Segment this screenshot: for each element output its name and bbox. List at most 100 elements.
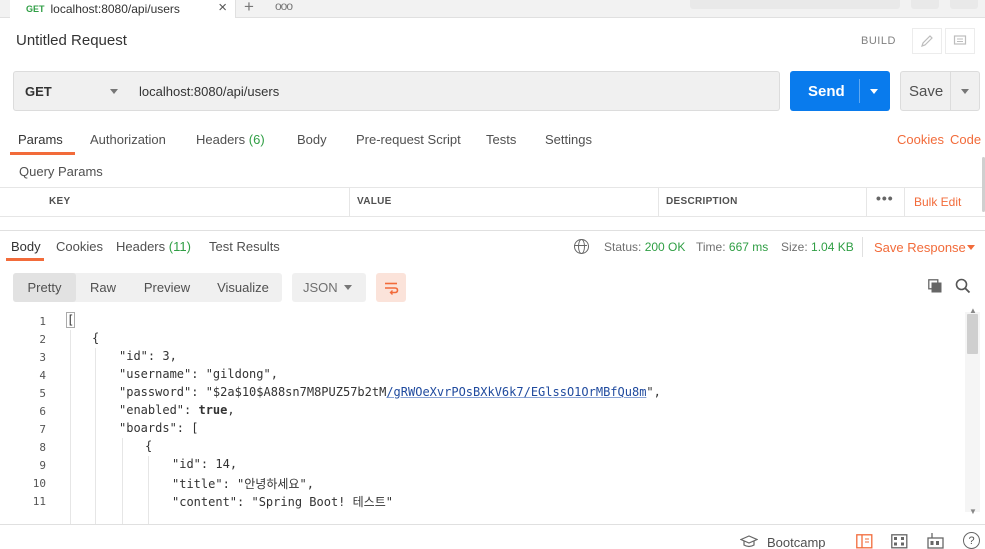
json-comma: , xyxy=(270,367,278,381)
comment-icon xyxy=(953,35,967,45)
save-divider xyxy=(950,72,951,110)
tab-label: Body xyxy=(297,132,327,147)
search-icon[interactable] xyxy=(955,278,971,294)
format-preview[interactable]: Preview xyxy=(131,273,203,302)
query-params-title: Query Params xyxy=(19,164,103,179)
chevron-down-icon[interactable] xyxy=(961,89,969,94)
environment-selector[interactable] xyxy=(690,0,900,9)
help-icon[interactable]: ? xyxy=(963,532,980,549)
tab-settings[interactable]: Settings xyxy=(545,132,592,147)
code-line: 11 "content": "Spring Boot! 테스트" xyxy=(0,492,393,510)
send-label: Send xyxy=(808,82,845,100)
json-separator: : xyxy=(191,385,206,399)
code-line: 5 "password": "$2a$10$A88sn7M8PUZ57b2tM/… xyxy=(0,384,661,402)
comments-button[interactable] xyxy=(945,28,975,54)
json-key: "enabled" xyxy=(119,403,185,417)
language-select[interactable]: JSON xyxy=(292,273,366,302)
manage-environments-button[interactable] xyxy=(950,0,978,9)
code-line: 3 "id": 3, xyxy=(0,348,176,366)
wrap-lines-button[interactable] xyxy=(376,273,406,302)
response-body-editor[interactable]: 1 [ 2 { 3 "id": 3, 4 "username": "gildon… xyxy=(0,312,965,524)
json-separator: : xyxy=(222,477,238,491)
tab-response-body[interactable]: Body xyxy=(11,239,41,254)
column-value: VALUE xyxy=(357,196,392,207)
size-meta: Size: 1.04 KB xyxy=(781,240,854,254)
bootcamp-icon[interactable] xyxy=(740,535,758,548)
code-link[interactable]: Code xyxy=(950,132,981,147)
browse-icon[interactable] xyxy=(927,532,944,549)
json-key: "id" xyxy=(172,457,201,471)
indent-guide xyxy=(95,348,96,524)
headers-count: (6) xyxy=(248,132,265,147)
json-value: "안녕하세요" xyxy=(237,477,307,491)
plus-icon[interactable]: + xyxy=(244,0,254,17)
column-divider[interactable] xyxy=(349,187,350,217)
bootcamp-label[interactable]: Bootcamp xyxy=(767,535,826,549)
active-tab-indicator xyxy=(6,258,44,261)
globe-icon[interactable] xyxy=(574,239,589,254)
line-number: 1 xyxy=(39,315,46,328)
tab-authorization[interactable]: Authorization xyxy=(90,132,166,147)
line-number: 4 xyxy=(39,369,46,382)
bulk-edit-link[interactable]: Bulk Edit xyxy=(914,195,961,209)
tab-body[interactable]: Body xyxy=(297,132,327,147)
close-icon[interactable]: × xyxy=(218,0,227,16)
chevron-down-icon[interactable] xyxy=(870,89,878,94)
keyboard-shortcuts-icon[interactable] xyxy=(891,534,908,549)
edit-button[interactable] xyxy=(912,28,942,54)
build-mode-label[interactable]: BUILD xyxy=(861,35,896,47)
line-number: 6 xyxy=(39,405,46,418)
json-separator: : xyxy=(191,367,206,381)
format-visualize[interactable]: Visualize xyxy=(206,273,280,302)
chevron-down-icon xyxy=(110,89,118,94)
editor-scrollbar-thumb[interactable] xyxy=(967,314,978,354)
json-key: "title" xyxy=(172,477,223,491)
format-label: Raw xyxy=(89,280,116,295)
json-value-link[interactable]: /gRWOeXvrPOsBXkV6k7/EGlssO1OrMBfQu8m xyxy=(386,385,646,399)
tab-headers[interactable]: Headers (6) xyxy=(196,132,265,147)
chevron-down-icon xyxy=(344,285,352,290)
chevron-down-icon[interactable] xyxy=(967,245,975,250)
format-raw[interactable]: Raw xyxy=(78,273,128,302)
method-select[interactable]: GET xyxy=(13,71,129,111)
time-value[interactable]: 667 ms xyxy=(729,240,768,254)
request-name[interactable]: Untitled Request xyxy=(16,32,127,49)
status-value[interactable]: 200 OK xyxy=(645,240,686,254)
indent-guide xyxy=(122,438,123,524)
help-glyph: ? xyxy=(968,534,975,547)
code-line: 9 "id": 14, xyxy=(0,456,237,474)
json-comma: , xyxy=(227,403,235,417)
tab-response-cookies[interactable]: Cookies xyxy=(56,239,103,254)
pencil-icon xyxy=(921,35,933,47)
tab-tests[interactable]: Tests xyxy=(486,132,516,147)
save-button[interactable]: Save xyxy=(900,71,980,111)
environment-quick-look-button[interactable] xyxy=(911,0,939,9)
headers-count: (11) xyxy=(168,239,191,254)
format-pretty[interactable]: Pretty xyxy=(13,273,76,302)
tab-params[interactable]: Params xyxy=(18,132,63,147)
tab-response-headers[interactable]: Headers (11) xyxy=(116,239,191,254)
more-tabs-icon[interactable]: ooo xyxy=(275,0,293,13)
cookies-link[interactable]: Cookies xyxy=(897,132,944,147)
save-response-button[interactable]: Save Response xyxy=(874,240,966,255)
response-divider[interactable] xyxy=(0,230,985,231)
more-options-icon[interactable]: ••• xyxy=(876,190,894,206)
scroll-up-arrow-icon[interactable]: ▲ xyxy=(969,306,977,315)
json-comma: , xyxy=(229,457,238,471)
two-pane-view-icon[interactable] xyxy=(856,534,873,549)
url-input[interactable] xyxy=(128,71,780,111)
status-meta: Status: 200 OK xyxy=(604,240,685,254)
size-value[interactable]: 1.04 KB xyxy=(811,240,854,254)
active-tab-indicator xyxy=(10,152,75,155)
send-button[interactable]: Send xyxy=(790,71,890,111)
copy-icon[interactable] xyxy=(928,279,942,293)
line-number: 11 xyxy=(32,495,46,508)
json-value: 3 xyxy=(162,349,170,363)
column-divider[interactable] xyxy=(658,187,659,217)
scroll-down-arrow-icon[interactable]: ▼ xyxy=(969,507,977,516)
request-tab[interactable]: GET localhost:8080/api/users × xyxy=(10,0,236,18)
tab-pre-request-script[interactable]: Pre-request Script xyxy=(356,132,461,147)
tab-test-results[interactable]: Test Results xyxy=(209,239,280,254)
json-value: " xyxy=(646,385,654,399)
line-number: 7 xyxy=(39,423,46,436)
